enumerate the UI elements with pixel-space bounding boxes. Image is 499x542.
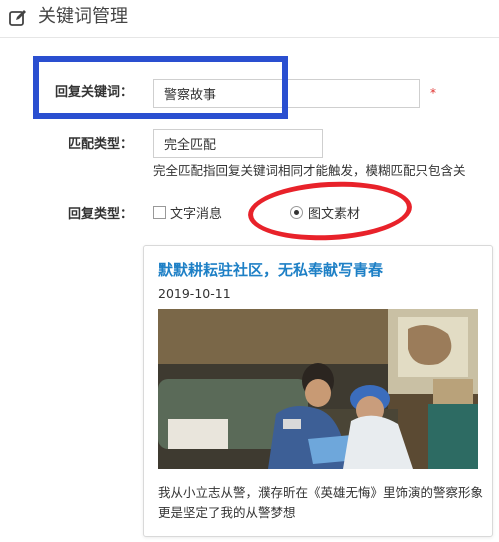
page-header: 关键词管理 xyxy=(0,0,499,38)
news-card[interactable]: 默默耕耘驻社区，无私奉献写青春 2019-10-11 我从小立志从警，濮存昕在《… xyxy=(143,245,493,537)
news-card-image xyxy=(158,309,478,469)
reply-type-text-option[interactable]: 文字消息 xyxy=(153,203,222,222)
match-type-help: 完全匹配指回复关键词相同才能触发，模糊匹配只包含关 xyxy=(153,163,466,178)
reply-type-label: 回复类型： xyxy=(68,207,134,222)
required-mark: * xyxy=(430,86,436,100)
keyword-highlight-box xyxy=(33,56,288,119)
match-type-label: 匹配类型： xyxy=(68,137,134,152)
edit-icon xyxy=(9,10,26,26)
reply-type-highlight-ellipse xyxy=(246,177,414,245)
match-type-select[interactable]: 完全匹配 xyxy=(153,129,323,158)
news-card-date: 2019-10-11 xyxy=(158,286,231,301)
news-card-description: 我从小立志从警，濮存昕在《英雄无悔》里饰演的警察形象更是坚定了我的从警梦想 xyxy=(158,485,484,520)
match-type-value: 完全匹配 xyxy=(164,138,217,153)
page-title: 关键词管理 xyxy=(38,6,128,27)
text-message-label: 文字消息 xyxy=(170,207,223,222)
text-message-radio[interactable] xyxy=(153,206,166,219)
news-card-title[interactable]: 默默耕耘驻社区，无私奉献写青春 xyxy=(158,259,383,280)
